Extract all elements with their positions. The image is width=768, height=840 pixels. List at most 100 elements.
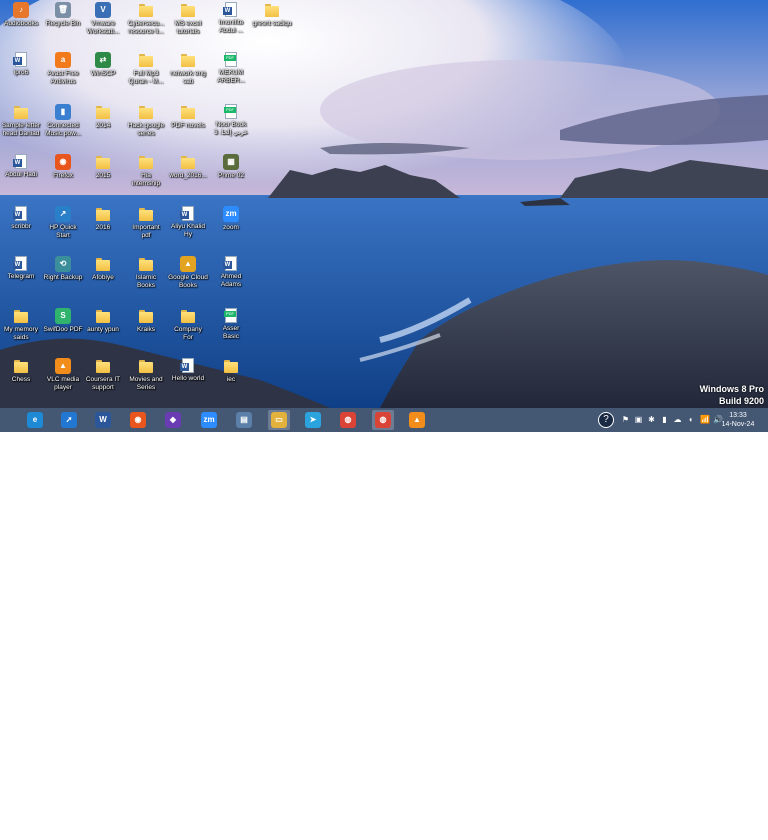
tray-icon[interactable]: ◖ [686,415,695,425]
desktop-icon[interactable]: zoom [210,206,252,232]
document-icon [13,256,27,271]
desktop-icon[interactable]: Audiobooks [0,2,42,28]
desktop-icon[interactable]: 2014 [82,104,124,130]
tray-icon[interactable]: ✱ [647,415,656,425]
desktop-icon[interactable]: 2015 [82,154,124,180]
desktop-icon[interactable]: MEKUM ARBER... [210,52,252,84]
show-desktop-button[interactable] [764,816,768,840]
taskbar-app-button[interactable]: ➤ [302,410,324,430]
desktop-icon[interactable]: Noor Book 3 .عربي إلخا [210,104,252,136]
tray-icon[interactable]: ⚑ [621,415,630,425]
desktop-icon[interactable]: Islamic Books [125,256,167,289]
desktop-icon[interactable]: Prime 02 [210,154,252,180]
desktop-icon[interactable]: lpro6 [0,52,42,77]
desktop-icon[interactable]: Google Cloud Books [167,256,209,289]
desktop-icon[interactable]: network eng sati [167,52,209,85]
folder-icon [95,206,111,222]
tray-icon[interactable]: ▣ [634,415,643,425]
desktop-icon[interactable]: SwifDoo PDF [42,308,84,334]
taskbar-app-button[interactable]: ◉ [127,410,149,430]
desktop-icon[interactable]: Hello world [167,358,209,383]
desktop-icon[interactable]: Coursera IT support [82,358,124,391]
desktop-icon-label: Google Cloud Books [168,274,208,289]
desktop-icon[interactable]: word_2016... [167,154,209,180]
desktop-icon[interactable]: Cybersecu... resource li... [125,2,167,35]
desktop-icon[interactable]: Chess [0,358,42,384]
desktop-icon-label: 2016 [95,224,111,231]
taskbar-app-button[interactable]: ◍ [372,410,394,430]
document-icon [180,358,194,373]
app-icon [95,2,111,18]
desktop-icon[interactable]: WinSCP [82,52,124,78]
desktop-icon[interactable]: Right Backup [42,256,84,282]
folder-icon [138,154,154,170]
tray-icon[interactable]: ▮ [660,415,669,425]
desktop-icon-label: 2015 [95,172,111,179]
taskbar-app-button[interactable]: ▤ [233,410,255,430]
app-icon [55,358,71,374]
folder-icon [95,256,111,272]
desktop-icon-label: Recycle Bin [45,20,81,27]
desktop-icon[interactable]: scribbr [0,206,42,231]
windows-edition-watermark: Windows 8 Pro [699,384,764,394]
taskbar-app-icon: ◉ [130,412,146,428]
taskbar-app-button[interactable]: ▲ [406,410,428,430]
folder-icon [13,308,29,324]
app-icon [55,308,71,324]
desktop-icon[interactable]: Full Mp3 Quran - M... [125,52,167,85]
desktop-icon[interactable]: 2016 [82,206,124,232]
desktop-icon[interactable]: VLC media player [42,358,84,391]
desktop-icon[interactable]: Abdul Hadi [0,154,42,179]
folder-icon [138,358,154,374]
help-icon[interactable]: ? [598,412,614,428]
taskbar-app-button[interactable]: ◆ [162,410,184,430]
app-icon [13,2,29,18]
desktop-icon[interactable]: Hack google senes [125,104,167,137]
document-icon [13,52,27,67]
taskbar-clock[interactable]: 13:33 14-Nov-24 [718,411,758,429]
clock-time: 13:33 [729,412,747,419]
desktop-icon[interactable]: Movies and Series [125,358,167,391]
folder-icon [264,2,280,18]
taskbar-app-icon: ◍ [375,412,391,428]
app-icon [223,206,239,222]
desktop-icon[interactable]: PDF novels [167,104,209,130]
tray-icon[interactable]: 📶 [700,415,710,425]
taskbar-app-icon: zm [201,412,217,428]
desktop-icon-label: PDF novels [171,122,205,129]
taskbar-app-button[interactable]: W [92,410,114,430]
desktop-icon[interactable]: Ahmed Adams [210,256,252,288]
document-icon [180,206,194,221]
desktop-icon[interactable]: Avast Free Antivirus [42,52,84,85]
tray-icon[interactable]: ☁ [673,415,682,425]
desktop-icon[interactable]: aunty ypun [82,308,124,334]
desktop-icon[interactable]: MS excel tutorials [167,2,209,35]
folder-icon [138,52,154,68]
desktop-icon[interactable]: Firefox [42,154,84,180]
desktop-icon[interactable]: HP Quick Start [42,206,84,239]
desktop-icon[interactable]: My memory saids [0,308,42,341]
desktop-icon[interactable]: Kraiks [125,308,167,334]
desktop-icon[interactable]: Asser Basic [210,308,252,340]
desktop-icon[interactable]: Imonifite Abdul ... [210,2,252,34]
desktop-icon[interactable]: Afobiye [82,256,124,282]
taskbar-app-button[interactable]: ▭ [268,410,290,430]
taskbar-app-button[interactable]: ◍ [337,410,359,430]
desktop-icon[interactable]: gresnt sadiqu [251,2,293,28]
desktop-icon[interactable]: Sample letter head Daniad [0,104,42,137]
desktop-icon[interactable]: Recycle Bin [42,2,84,28]
desktop-icon-label: Movies and Series [129,376,163,391]
taskbar-app-button[interactable]: zm [198,410,220,430]
desktop-icon[interactable]: Telegram [0,256,42,281]
taskbar-app-button[interactable]: ➚ [58,410,80,430]
desktop-icon[interactable]: Company For [167,308,209,341]
desktop-icon[interactable]: Important pdf [125,206,167,239]
taskbar-app-button[interactable]: e [24,410,46,430]
desktop-icon[interactable]: iec [210,358,252,384]
desktop-icon[interactable]: Hia internship [125,154,167,187]
desktop-icon[interactable]: Connected Music pow... [42,104,84,137]
taskbar-app-icon: ➤ [305,412,321,428]
desktop-icon[interactable]: Aliyu Khalid Hy [167,206,209,238]
desktop-icon[interactable]: Vmware Workstati... [82,2,124,35]
app-icon [55,206,71,222]
